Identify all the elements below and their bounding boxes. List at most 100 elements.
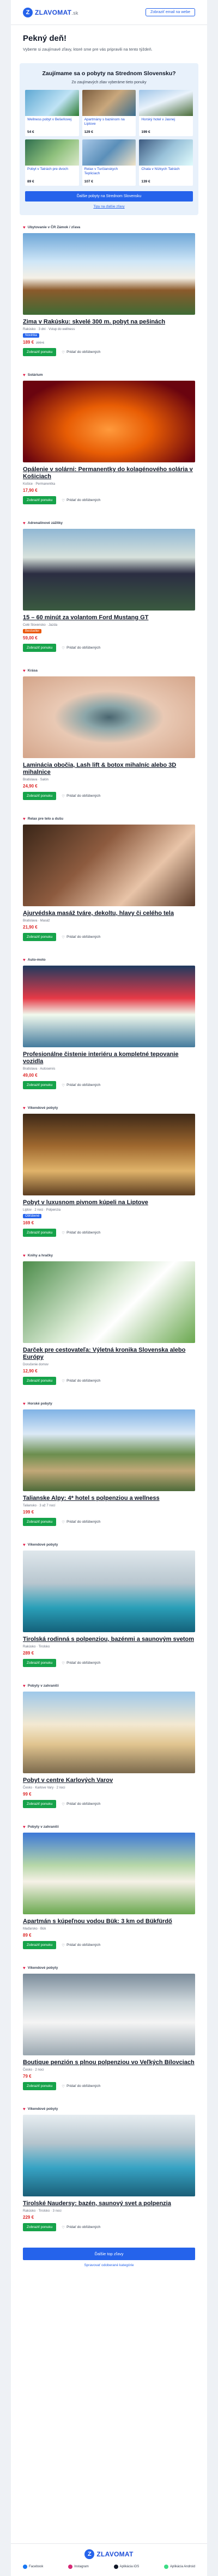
deal-image[interactable] (23, 233, 195, 315)
deal-card[interactable]: ♥ Auto-moto Profesionálne čistenie inter… (23, 957, 195, 1089)
logo-text: ZLAVOMAT.sk (35, 8, 78, 16)
add-favorite-link[interactable]: ♡ Pridať do obľúbených (62, 1661, 100, 1665)
deal-title-link[interactable]: Boutique penzión s plnou polpenziou vo V… (23, 2059, 195, 2066)
add-favorite-link[interactable]: ♡ Pridať do obľúbených (62, 1943, 100, 1948)
ios-app-link[interactable]: Aplikácia iOS (113, 2565, 139, 2569)
deal-title-link[interactable]: Talianske Alpy: 4* hotel s polpenziou a … (23, 1495, 195, 1502)
deal-card[interactable]: ♥ Pobyty v zahraničí Apartmán s kúpeľnou… (23, 1824, 195, 1949)
deal-title-link[interactable]: Tirolská rodinná s polpenziou, bazénmi a… (23, 1636, 195, 1643)
android-app-link[interactable]: Aplikácia Android (164, 2565, 195, 2569)
show-deal-button[interactable]: Zobraziť ponuku (23, 933, 57, 941)
deal-title-link[interactable]: Tirolské Naudersy: bazén, saunový svet a… (23, 2200, 195, 2207)
footer-logo[interactable]: Z ZLAVOMAT (23, 2549, 195, 2559)
deal-image[interactable] (23, 1409, 195, 1491)
add-favorite-label: Pridať do obľúbených (66, 1802, 101, 1806)
logo[interactable]: Z ZLAVOMAT.sk (23, 7, 78, 17)
deal-title-link[interactable]: Pobyt v centre Karlových Varov (23, 1777, 195, 1784)
instagram-link[interactable]: Instagram (68, 2565, 89, 2569)
manage-categories-link[interactable]: Spravovať odoberané kategórie (11, 2263, 207, 2267)
interest-item[interactable]: Wellness pobyt v Bešeňovej 54 € (25, 90, 79, 136)
more-tips-link[interactable]: Tipy na ďalšie zľavy (25, 205, 193, 209)
show-deal-button[interactable]: Zobraziť ponuku (23, 1081, 57, 1089)
show-deal-button[interactable]: Zobraziť ponuku (23, 2223, 57, 2231)
show-deal-button[interactable]: Zobraziť ponuku (23, 1518, 57, 1526)
more-deals-button[interactable]: Ďalšie top zľavy (23, 2248, 195, 2260)
deal-title-link[interactable]: 15 – 60 minút za volantom Ford Mustang G… (23, 614, 195, 621)
heart-outline-icon: ♡ (62, 794, 65, 798)
deal-title-link[interactable]: Darček pre cestovateľa: Výletná kronika … (23, 1347, 195, 1361)
deal-card[interactable]: ♥ Ubytovanie v ČR Zámok / zľava Zima v R… (23, 225, 195, 356)
deal-image[interactable] (23, 1974, 195, 2055)
facebook-link[interactable]: Facebook (23, 2565, 43, 2569)
deal-title-link[interactable]: Apartmán s kúpeľnou vodou Bük: 3 km od B… (23, 1918, 195, 1925)
add-favorite-link[interactable]: ♡ Pridať do obľúbených (62, 2225, 100, 2230)
show-deal-button[interactable]: Zobraziť ponuku (23, 348, 57, 356)
add-favorite-link[interactable]: ♡ Pridať do obľúbených (62, 498, 100, 503)
show-deal-button[interactable]: Zobraziť ponuku (23, 2082, 57, 2090)
deal-card[interactable]: ♥ Víkendové pobyty Boutique penzión s pl… (23, 1965, 195, 2090)
deal-title-link[interactable]: Ajurvédska masáž tváre, dekoltu, hlavy č… (23, 910, 195, 917)
add-favorite-link[interactable]: ♡ Pridať do obľúbených (62, 1083, 100, 1088)
deal-image[interactable] (23, 825, 195, 906)
deal-card[interactable]: ♥ Víkendové pobyty Tirolská rodinná s po… (23, 1542, 195, 1667)
deal-image[interactable] (23, 676, 195, 758)
deal-card[interactable]: ♥ Víkendové pobyty Pobyt v luxusnom pivn… (23, 1106, 195, 1237)
add-favorite-link[interactable]: ♡ Pridať do obľúbených (62, 646, 100, 650)
deal-image[interactable] (23, 381, 195, 462)
interest-item[interactable]: Chata v Nízkych Tatrách 139 € (139, 139, 193, 186)
deal-image[interactable] (23, 966, 195, 1047)
deal-title-link[interactable]: Laminácia obočia, Lash lift & botox miha… (23, 762, 195, 776)
interest-subtitle: Zo zaujímavých zliav vyberáme tieto ponu… (71, 81, 147, 84)
header: Z ZLAVOMAT.sk Zobraziť email na webe (11, 0, 207, 25)
deal-category: ♥ Víkendové pobyty (23, 1965, 195, 1970)
deal-image[interactable] (23, 1261, 195, 1343)
view-in-browser-link[interactable]: Zobraziť email na webe (145, 8, 195, 16)
add-favorite-link[interactable]: ♡ Pridať do obľúbených (62, 350, 100, 355)
add-favorite-link[interactable]: ♡ Pridať do obľúbených (62, 2084, 100, 2089)
deal-category-label: Víkendové pobyty (27, 2107, 58, 2111)
deal-meta: Maďarsko · Bük (23, 1927, 46, 1931)
deal-image[interactable] (23, 529, 195, 611)
deal-title-link[interactable]: Zima v Rakúsku: skvelé 300 m. pobyt na p… (23, 319, 195, 326)
deal-image[interactable] (23, 1551, 195, 1632)
interest-item[interactable]: Apartmány s bazénom na Liptove 129 € (82, 90, 136, 136)
deal-category: ♥ Víkendové pobyty (23, 2107, 195, 2111)
interest-item[interactable]: Horský hotel v Jasnej 199 € (139, 90, 193, 136)
deal-card[interactable]: ♥ Knihy a hračky Darček pre cestovateľa:… (23, 1253, 195, 1385)
deal-image[interactable] (23, 1692, 195, 1773)
deal-card[interactable]: ♥ Víkendové pobyty Tirolské Naudersy: ba… (23, 2107, 195, 2231)
deal-card[interactable]: ♥ Adrenalínové zážitky 15 – 60 minút za … (23, 521, 195, 652)
show-deal-button[interactable]: Zobraziť ponuku (23, 1229, 57, 1237)
add-favorite-link[interactable]: ♡ Pridať do obľúbených (62, 1520, 100, 1524)
deal-image[interactable] (23, 1833, 195, 1914)
deal-title-link[interactable]: Pobyt v luxusnom pivnom kúpeli na Liptov… (23, 1199, 195, 1206)
add-favorite-link[interactable]: ♡ Pridať do obľúbených (62, 1231, 100, 1235)
interest-cta-button[interactable]: Ďalšie pobyty na Strednom Slovensku (25, 191, 193, 202)
add-favorite-link[interactable]: ♡ Pridať do obľúbených (62, 1379, 100, 1383)
add-favorite-link[interactable]: ♡ Pridať do obľúbených (62, 794, 100, 798)
show-deal-button[interactable]: Zobraziť ponuku (23, 1941, 57, 1949)
deal-image[interactable] (23, 1114, 195, 1195)
show-deal-button[interactable]: Zobraziť ponuku (23, 1377, 57, 1385)
show-deal-button[interactable]: Zobraziť ponuku (23, 1800, 57, 1808)
show-deal-button[interactable]: Zobraziť ponuku (23, 792, 57, 800)
add-favorite-link[interactable]: ♡ Pridať do obľúbených (62, 935, 100, 939)
deal-card[interactable]: ♥ Horské pobyty Talianske Alpy: 4* hotel… (23, 1401, 195, 1526)
show-deal-button[interactable]: Zobraziť ponuku (23, 1659, 57, 1667)
deal-title-link[interactable]: Opálenie v solárni: Permanentky do kolag… (23, 466, 195, 480)
deal-image[interactable] (23, 2115, 195, 2196)
deal-card[interactable]: ♥ Relax pre telo a dušu Ajurvédska masáž… (23, 816, 195, 941)
show-deal-button[interactable]: Zobraziť ponuku (23, 644, 57, 652)
deal-card[interactable]: ♥ Solárium Opálenie v solárni: Permanent… (23, 373, 195, 504)
interest-item[interactable]: Relax v Turčianskych Tepliciach 107 € (82, 139, 136, 186)
deal-card[interactable]: ♥ Krása Laminácia obočia, Lash lift & bo… (23, 668, 195, 800)
deal-card[interactable]: ♥ Pobyty v zahraničí Pobyt v centre Karl… (23, 1683, 195, 1808)
interest-item[interactable]: Pobyt v Tatrách pre dvoch 89 € (25, 139, 79, 186)
heart-outline-icon: ♡ (62, 1520, 65, 1524)
add-favorite-link[interactable]: ♡ Pridať do obľúbených (62, 1802, 100, 1806)
deal-title-link[interactable]: Profesionálne čistenie interiéru a kompl… (23, 1051, 195, 1065)
deal-category: ♥ Adrenalínové zážitky (23, 521, 195, 526)
show-deal-button[interactable]: Zobraziť ponuku (23, 496, 57, 504)
instagram-icon (68, 2565, 73, 2569)
deal-category-label: Relax pre telo a dušu (27, 817, 64, 821)
